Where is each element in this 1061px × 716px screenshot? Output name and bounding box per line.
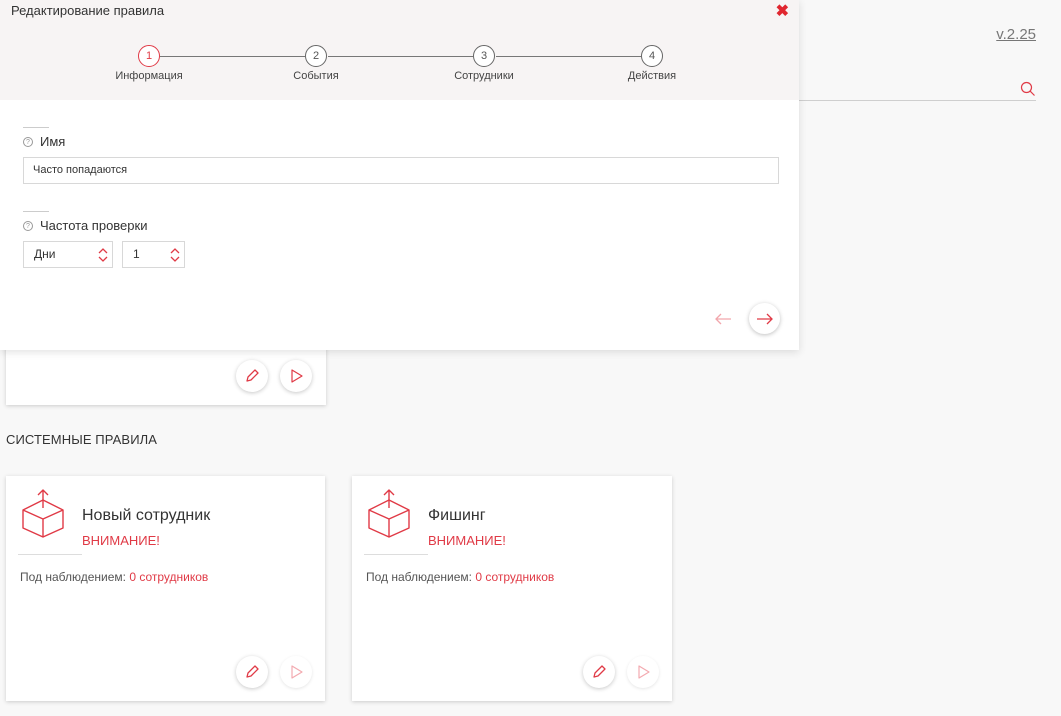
run-button[interactable] bbox=[280, 656, 312, 688]
chevron-updown-icon bbox=[170, 248, 180, 262]
name-label: Имя bbox=[40, 134, 66, 149]
step-number: 4 bbox=[641, 45, 663, 67]
watch-count-link[interactable]: 0 сотрудников bbox=[129, 570, 208, 584]
step-connector bbox=[496, 56, 641, 57]
frequency-value-select[interactable]: 1 bbox=[122, 241, 185, 268]
arrow-left-icon bbox=[714, 313, 731, 324]
edit-button[interactable] bbox=[583, 656, 615, 688]
chevron-updown-icon bbox=[98, 248, 108, 262]
section-title: СИСТЕМНЫЕ ПРАВИЛА bbox=[6, 432, 158, 447]
rule-watch: Под наблюдением: 0 сотрудников bbox=[366, 570, 554, 584]
rule-title: Фишинг bbox=[428, 507, 486, 524]
step-number: 3 bbox=[473, 45, 495, 67]
help-icon[interactable]: ? bbox=[23, 221, 33, 231]
arrow-right-icon bbox=[756, 313, 773, 324]
box-icon bbox=[22, 489, 64, 538]
help-icon[interactable]: ? bbox=[23, 137, 33, 147]
search-icon[interactable] bbox=[1020, 81, 1036, 97]
version-link[interactable]: v.2.25 bbox=[996, 26, 1036, 43]
pencil-icon bbox=[593, 665, 606, 678]
pencil-icon bbox=[246, 665, 259, 678]
pencil-icon bbox=[246, 369, 259, 382]
stepper: 1 Информация 2 События 3 Сотрудники 4 Де… bbox=[0, 45, 799, 90]
watch-label: Под наблюдением: bbox=[366, 570, 476, 584]
play-icon bbox=[291, 369, 303, 383]
rule-card[interactable]: Новый сотрудник ВНИМАНИЕ! Под наблюдение… bbox=[6, 476, 325, 701]
rule-card[interactable]: Фишинг ВНИМАНИЕ! Под наблюдением: 0 сотр… bbox=[352, 476, 672, 701]
step-connector bbox=[328, 56, 473, 57]
frequency-unit-select[interactable]: Дни bbox=[23, 241, 113, 268]
modal-header: Редактирование правила ✖ 1 Информация 2 … bbox=[0, 0, 799, 100]
watch-label: Под наблюдением: bbox=[20, 570, 130, 584]
search-underline bbox=[799, 100, 1036, 101]
selected-value: 1 bbox=[133, 247, 140, 261]
step-connector bbox=[160, 56, 305, 57]
step-label: Действия bbox=[627, 70, 677, 82]
modal-title: Редактирование правила bbox=[11, 3, 165, 18]
frequency-label: Частота проверки bbox=[40, 218, 148, 233]
rule-warning: ВНИМАНИЕ! bbox=[82, 533, 160, 548]
name-input[interactable]: Часто попадаются bbox=[23, 157, 779, 184]
run-button[interactable] bbox=[280, 360, 312, 392]
step-number: 1 bbox=[138, 45, 160, 67]
run-button[interactable] bbox=[627, 656, 659, 688]
close-icon[interactable]: ✖ bbox=[776, 1, 789, 21]
step-label: Информация bbox=[115, 70, 183, 82]
rule-divider bbox=[18, 554, 82, 555]
step-label: Сотрудники bbox=[454, 70, 514, 82]
edit-button[interactable] bbox=[236, 656, 268, 688]
watch-count-link[interactable]: 0 сотрудников bbox=[475, 570, 554, 584]
rule-divider bbox=[364, 554, 428, 555]
play-icon bbox=[291, 665, 303, 679]
field-dash bbox=[23, 127, 49, 128]
rule-title: Новый сотрудник bbox=[82, 507, 211, 524]
edit-rule-modal: Редактирование правила ✖ 1 Информация 2 … bbox=[0, 0, 799, 350]
play-icon bbox=[638, 665, 650, 679]
step-number: 2 bbox=[305, 45, 327, 67]
selected-value: Дни bbox=[34, 247, 56, 261]
edit-button[interactable] bbox=[236, 360, 268, 392]
box-icon bbox=[368, 489, 410, 538]
field-dash bbox=[23, 211, 49, 212]
rule-warning: ВНИМАНИЕ! bbox=[428, 533, 506, 548]
prev-step-button[interactable] bbox=[707, 303, 738, 334]
rule-watch: Под наблюдением: 0 сотрудников bbox=[20, 570, 208, 584]
next-step-button[interactable] bbox=[749, 303, 780, 334]
step-label: События bbox=[293, 70, 339, 82]
